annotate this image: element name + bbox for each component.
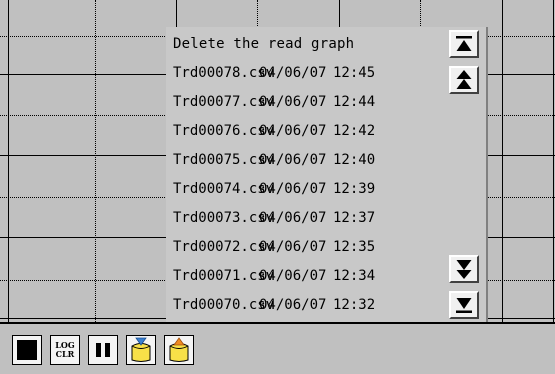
page-up-button[interactable] [449, 66, 479, 94]
scroll-bottom-button[interactable] [449, 291, 479, 319]
scroll-top-button[interactable] [449, 30, 479, 58]
log-file-row[interactable]: Trd00072.csv04/06/07 12:35 [173, 239, 375, 255]
file-time: 12:44 [333, 94, 376, 110]
log-file-row[interactable]: Trd00078.csv04/06/07 12:45 [173, 65, 375, 81]
stop-icon [17, 340, 37, 360]
file-time: 12:42 [333, 123, 376, 139]
graph-border [553, 0, 554, 322]
page-down-button[interactable] [449, 255, 479, 283]
log-file-row[interactable]: Trd00075.csv04/06/07 12:40 [173, 152, 375, 168]
page-up-icon [456, 70, 472, 89]
file-date: 04/06/07 [259, 239, 327, 255]
file-name: Trd00073.csv [173, 210, 275, 226]
load-file-icon [131, 337, 151, 362]
log-clear-button[interactable]: LOG CLR [50, 335, 80, 365]
file-name: Trd00072.csv [173, 239, 275, 255]
load-file-button[interactable] [126, 335, 156, 365]
dialog-title: Delete the read graph [173, 36, 355, 52]
stop-button[interactable] [12, 335, 42, 365]
file-date: 04/06/07 [259, 123, 327, 139]
file-time: 12:35 [333, 239, 376, 255]
file-date: 04/06/07 [259, 152, 327, 168]
file-date: 04/06/07 [259, 210, 327, 226]
log-file-row[interactable]: Trd00070.csv04/06/07 12:32 [173, 297, 375, 313]
file-time: 12:39 [333, 181, 376, 197]
delete-graph-dialog: Delete the read graph Trd00078.csv04/06/… [166, 27, 488, 327]
file-time: 12:45 [333, 65, 376, 81]
log-file-row[interactable]: Trd00071.csv04/06/07 12:34 [173, 268, 375, 284]
file-name: Trd00074.csv [173, 181, 275, 197]
file-name: Trd00070.csv [173, 297, 275, 313]
file-name: Trd00076.csv [173, 123, 275, 139]
log-file-row[interactable]: Trd00077.csv04/06/07 12:44 [173, 94, 375, 110]
log-file-row[interactable]: Trd00076.csv04/06/07 12:42 [173, 123, 375, 139]
file-time: 12:40 [333, 152, 376, 168]
log-file-row[interactable]: Trd00074.csv04/06/07 12:39 [173, 181, 375, 197]
file-time: 12:34 [333, 268, 376, 284]
file-name: Trd00078.csv [173, 65, 275, 81]
file-date: 04/06/07 [259, 65, 327, 81]
file-name: Trd00075.csv [173, 152, 275, 168]
scroll-top-icon [456, 36, 472, 51]
pause-icon [96, 343, 110, 357]
save-file-icon [169, 337, 189, 362]
pause-button[interactable] [88, 335, 118, 365]
scroll-bottom-icon [456, 298, 472, 313]
page-down-icon [456, 260, 472, 279]
file-name: Trd00077.csv [173, 94, 275, 110]
file-time: 12:37 [333, 210, 376, 226]
save-file-button[interactable] [164, 335, 194, 365]
file-time: 12:32 [333, 297, 376, 313]
graph-border [8, 0, 9, 322]
file-date: 04/06/07 [259, 94, 327, 110]
log-file-row[interactable]: Trd00073.csv04/06/07 12:37 [173, 210, 375, 226]
bottom-toolbar: LOG CLR [0, 322, 555, 374]
grid-line [502, 0, 503, 322]
grid-line [95, 0, 96, 322]
file-date: 04/06/07 [259, 268, 327, 284]
file-date: 04/06/07 [259, 181, 327, 197]
log-clear-label-line2: CLR [55, 349, 75, 359]
file-name: Trd00071.csv [173, 268, 275, 284]
file-date: 04/06/07 [259, 297, 327, 313]
